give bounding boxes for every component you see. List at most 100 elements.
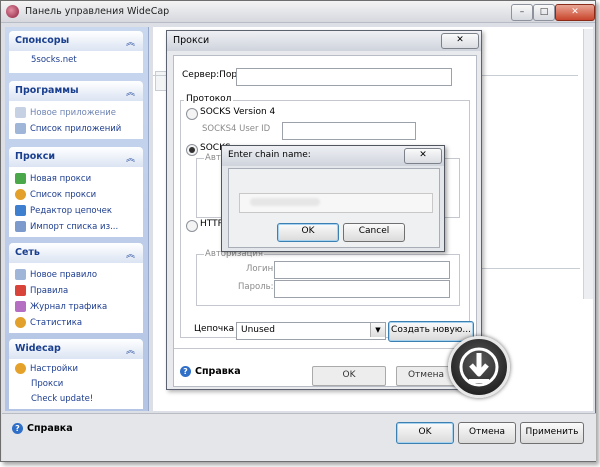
sidebar-item-label: Настройки (30, 364, 79, 374)
sidebar-item-label: Новое правило (30, 270, 98, 280)
chevron-up-icon[interactable]: ︽ (126, 85, 135, 98)
content-scrollbar[interactable] (583, 29, 593, 299)
protocol-label: Протокол (184, 94, 234, 104)
sidebar-group-body: Новое приложение Список приложений (9, 101, 143, 139)
sidebar-item-chain-editor[interactable]: Редактор цепочек (15, 205, 112, 220)
sidebar-item-proxy[interactable]: Прокси (31, 379, 63, 394)
apply-button[interactable]: Применить (520, 422, 584, 444)
chain-name-input[interactable] (239, 193, 433, 213)
content-divider-2 (480, 268, 580, 269)
proxy-ok-button[interactable]: OK (312, 366, 386, 386)
socks4-userid-label: SOCKS4 User ID (202, 124, 271, 134)
sidebar-item-settings[interactable]: Настройки (15, 363, 78, 378)
sidebar-item-new-proxy[interactable]: Новая прокси (15, 173, 91, 188)
cancel-button[interactable]: Отмена (458, 422, 516, 444)
sidebar-group-title: Спонсоры (15, 35, 70, 46)
sidebar-group-title: Прокси (15, 151, 56, 162)
sidebar-item-proxy-list[interactable]: Список прокси (15, 189, 96, 204)
chevron-up-icon[interactable]: ︽ (126, 343, 135, 356)
app-list-icon (15, 123, 26, 134)
socks5-radio[interactable] (186, 144, 198, 156)
sidebar-item-label: Правила (30, 286, 69, 296)
proxy-dialog-divider (174, 348, 474, 349)
chain-label: Цепочка (194, 324, 235, 334)
new-rule-icon (15, 269, 26, 280)
server-port-label: Сервер:Порт (182, 70, 243, 80)
blurred-input-text (250, 198, 320, 206)
sidebar-group-title: Программы (15, 85, 79, 96)
sidebar-item-statistics[interactable]: Статистика (15, 317, 82, 332)
proxy-help-label: Справка (195, 366, 241, 377)
sidebar-item-new-rule[interactable]: Новое правило (15, 269, 97, 284)
server-port-input[interactable] (236, 68, 452, 86)
sidebar-group-body: Новая прокси Список прокси Редактор цепо… (9, 167, 143, 237)
app-icon (6, 5, 19, 18)
sidebar-group-title: Widecap (15, 343, 61, 354)
proxy-cancel-button[interactable]: Отмена (396, 366, 456, 386)
ok-button[interactable]: OK (396, 422, 454, 444)
sidebar-item-import-list[interactable]: Импорт списка из... (15, 221, 118, 236)
http-radio[interactable] (186, 220, 198, 232)
chain-ok-button[interactable]: OK (277, 223, 339, 242)
sidebar-item-new-app[interactable]: Новое приложение (15, 107, 116, 122)
window-title: Панель управления WideCap (25, 6, 170, 17)
proxy-dialog-titlebar[interactable]: Прокси ✕ (167, 31, 481, 51)
sidebar-item-label: Статистика (30, 318, 83, 328)
socks4-userid-input[interactable] (282, 122, 416, 140)
chain-dialog-body: OK Cancel (228, 168, 440, 248)
sidebar-group-proxy[interactable]: Прокси ︽ (9, 147, 143, 167)
sidebar-item-app-list[interactable]: Список приложений (15, 123, 121, 138)
download-arrow-icon (459, 347, 499, 387)
sidebar-item-label: Новое приложение (30, 108, 117, 118)
chevron-down-icon[interactable]: ▼ (370, 323, 385, 337)
traffic-log-icon (15, 301, 26, 312)
chain-dialog-titlebar[interactable]: Enter chain name: ✕ (222, 146, 444, 166)
proxy-dialog-close-button[interactable]: ✕ (441, 33, 479, 49)
sidebar-group-programs[interactable]: Программы ︽ (9, 81, 143, 101)
socks4-label: SOCKS Version 4 (200, 107, 276, 117)
sidebar-item-label: Список приложений (30, 124, 122, 134)
chevron-up-icon[interactable]: ︽ (126, 247, 135, 260)
gear-icon (15, 363, 26, 374)
sidebar-group-body: Новое правило Правила Журнал трафика Ста… (9, 263, 143, 333)
rules-icon (15, 285, 26, 296)
sidebar-item-5socks[interactable]: 5socks.net (31, 55, 77, 70)
sidebar: Спонсоры ︽ 5socks.net Программы ︽ Новое … (5, 27, 149, 411)
socks4-radio[interactable] (186, 108, 198, 120)
sidebar-group-network[interactable]: Сеть ︽ (9, 243, 143, 263)
close-button[interactable]: ✕ (555, 4, 595, 21)
chain-cancel-button[interactable]: Cancel (343, 223, 405, 242)
chevron-up-icon[interactable]: ︽ (126, 151, 135, 164)
statistics-icon (15, 317, 26, 328)
new-app-icon (15, 107, 26, 118)
sidebar-item-traffic-log[interactable]: Журнал трафика (15, 301, 107, 316)
chain-select[interactable]: Unused ▼ (236, 322, 386, 340)
help-label: Справка (27, 423, 73, 434)
sidebar-item-check-update[interactable]: Check update! (31, 394, 93, 409)
help-icon: ? (12, 423, 23, 434)
sidebar-group-widecap[interactable]: Widecap ︽ (9, 339, 143, 359)
sidebar-group-title: Сеть (15, 247, 40, 258)
proxy-dialog-title: Прокси (173, 35, 210, 46)
help-link[interactable]: ? Справка (12, 423, 73, 434)
http-label: HTTP (200, 219, 224, 229)
login-input[interactable] (274, 261, 450, 279)
sidebar-item-label: Список прокси (30, 190, 97, 200)
sidebar-group-body: 5socks.net (9, 51, 143, 73)
sidebar-item-label: Новая прокси (30, 174, 92, 184)
sidebar-group-sponsors[interactable]: Спонсоры ︽ (9, 31, 143, 51)
sidebar-item-label: Журнал трафика (30, 302, 108, 312)
password-input[interactable] (274, 280, 450, 298)
login-label: Логин: (246, 264, 277, 274)
chevron-up-icon[interactable]: ︽ (126, 35, 135, 48)
chain-dialog-close-button[interactable]: ✕ (404, 148, 442, 164)
proxy-list-icon (15, 189, 26, 200)
sidebar-item-label: Импорт списка из... (30, 222, 119, 232)
proxy-help-link[interactable]: ? Справка (180, 366, 241, 377)
minimize-button[interactable]: – (511, 4, 533, 21)
chain-editor-icon (15, 205, 26, 216)
sidebar-item-rules[interactable]: Правила (15, 285, 68, 300)
title-bar[interactable]: Панель управления WideCap – □ ✕ (1, 1, 595, 23)
maximize-button[interactable]: □ (533, 4, 555, 21)
download-badge[interactable] (448, 336, 510, 398)
